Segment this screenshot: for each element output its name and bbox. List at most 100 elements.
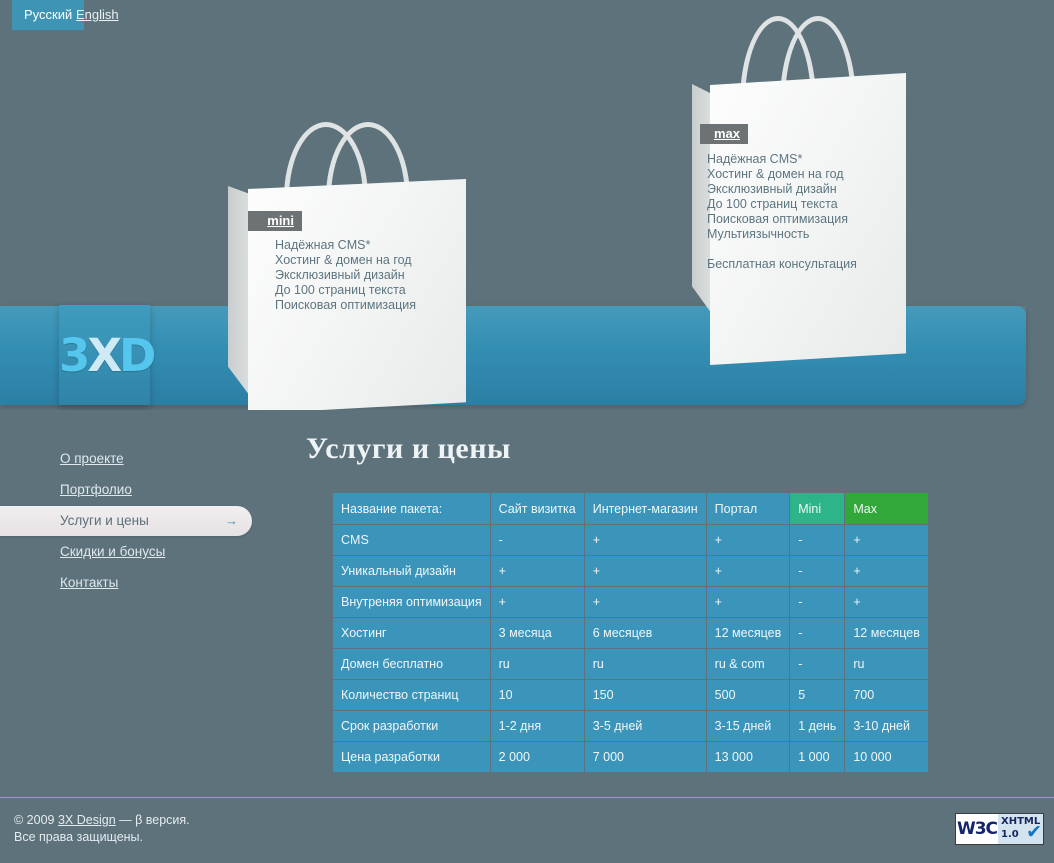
- bag-feature-item: До 100 страниц текста: [275, 283, 406, 297]
- column-header-mini: Mini: [790, 493, 845, 524]
- bag-label-mini[interactable]: mini: [248, 211, 302, 231]
- footer: © 2009 3X Design — β версия. Все права з…: [14, 812, 190, 846]
- w3c-logo-icon: W3C: [956, 814, 998, 844]
- row-label: Цена разработки: [333, 742, 490, 772]
- cell-portal: 13 000: [706, 742, 790, 772]
- footer-company-link[interactable]: 3X Design: [58, 813, 116, 827]
- cell-business-card: +: [490, 556, 584, 586]
- cell-online-store: 150: [584, 680, 706, 710]
- logo-char-3: 3: [59, 329, 90, 382]
- cell-mini: 5: [790, 680, 845, 710]
- bag-feature-list-mini: Надёжная CMS* Хостинг & домен на год Экс…: [275, 238, 416, 313]
- cell-business-card: 2 000: [490, 742, 584, 772]
- table-row: Внутреняя оптимизация + + + - +: [333, 587, 928, 617]
- row-label: Внутреняя оптимизация: [333, 587, 490, 617]
- table-row: Цена разработки 2 000 7 000 13 000 1 000…: [333, 742, 928, 772]
- cell-mini: -: [790, 587, 845, 617]
- footer-copyright-suffix: — β версия.: [115, 813, 190, 827]
- cell-online-store: ru: [584, 649, 706, 679]
- checkmark-icon: ✔: [1026, 822, 1042, 843]
- table-row: Домен бесплатно ru ru ru & com - ru: [333, 649, 928, 679]
- cell-max: ru: [845, 649, 928, 679]
- bag-list-spacer: [707, 242, 857, 257]
- cell-business-card: -: [490, 525, 584, 555]
- cell-online-store: +: [584, 525, 706, 555]
- bag-feature-item: Надёжная CMS*: [707, 152, 803, 166]
- cell-online-store: 3-5 дней: [584, 711, 706, 741]
- logo-char-d: D: [119, 329, 156, 382]
- cell-max: +: [845, 587, 928, 617]
- table-row: Хостинг 3 месяца 6 месяцев 12 месяцев - …: [333, 618, 928, 648]
- cell-portal: +: [706, 587, 790, 617]
- cell-mini: -: [790, 525, 845, 555]
- price-table-head: Название пакета: Сайт визитка Интернет-м…: [333, 493, 928, 524]
- bag-label-max[interactable]: max: [700, 124, 748, 144]
- hero-banner: 3XD mini Надёжная CMS* Хостинг & домен н…: [0, 0, 1054, 410]
- cell-portal: +: [706, 525, 790, 555]
- arrow-right-icon: →: [225, 513, 238, 528]
- sidebar-item-portfolio[interactable]: Портфолио: [0, 475, 252, 505]
- cell-portal: +: [706, 556, 790, 586]
- row-label: Хостинг: [333, 618, 490, 648]
- footer-copyright-prefix: © 2009: [14, 813, 58, 827]
- sidebar-item-discounts[interactable]: Скидки и бонусы: [0, 537, 252, 567]
- bag-feature-extra: Бесплатная консультация: [707, 257, 857, 271]
- bag-feature-item: Надёжная CMS*: [275, 238, 371, 252]
- cell-max: +: [845, 556, 928, 586]
- sidebar-item-label: О проекте: [60, 451, 124, 466]
- price-table-body: CMS - + + - + Уникальный дизайн + + + - …: [333, 525, 928, 772]
- cell-online-store: 7 000: [584, 742, 706, 772]
- sidebar-item-label: Портфолио: [60, 482, 132, 497]
- table-row: CMS - + + - +: [333, 525, 928, 555]
- sidebar-item-label: Контакты: [60, 575, 119, 590]
- cell-portal: ru & com: [706, 649, 790, 679]
- sidebar-item-services-and-prices[interactable]: Услуги и цены →: [0, 506, 252, 536]
- sidebar-item-about[interactable]: О проекте: [0, 444, 252, 474]
- bag-side-panel: [228, 186, 250, 396]
- cell-mini: 1 день: [790, 711, 845, 741]
- cell-mini: -: [790, 556, 845, 586]
- main-column: Услуги и цены Название пакета: Сайт визи…: [306, 432, 928, 773]
- table-row: Срок разработки 1-2 дня 3-5 дней 3-15 дн…: [333, 711, 928, 741]
- cell-portal: 500: [706, 680, 790, 710]
- cell-business-card: 3 месяца: [490, 618, 584, 648]
- row-label: Домен бесплатно: [333, 649, 490, 679]
- row-label: Срок разработки: [333, 711, 490, 741]
- sidebar-item-label: Скидки и бонусы: [60, 544, 166, 559]
- table-row: Уникальный дизайн + + + - +: [333, 556, 928, 586]
- column-header-portal: Портал: [706, 493, 790, 524]
- row-label: Уникальный дизайн: [333, 556, 490, 586]
- badge-line-2: 1.0: [1001, 829, 1019, 840]
- logo-3xd[interactable]: 3XD: [59, 325, 156, 387]
- footer-copyright-line: © 2009 3X Design — β версия.: [14, 812, 190, 829]
- cell-mini: -: [790, 649, 845, 679]
- bag-feature-list-max: Надёжная CMS* Хостинг & домен на год Экс…: [707, 152, 857, 272]
- footer-rights-line: Все права защищены.: [14, 830, 144, 844]
- cell-mini: -: [790, 618, 845, 648]
- bag-feature-item: Хостинг & домен на год: [275, 253, 412, 267]
- cell-online-store: 6 месяцев: [584, 618, 706, 648]
- row-label: Количество страниц: [333, 680, 490, 710]
- sidebar-item-label: Услуги и цены: [60, 513, 149, 528]
- bag-feature-item: Поисковая оптимизация: [707, 212, 849, 226]
- cell-business-card: 1-2 дня: [490, 711, 584, 741]
- bag-feature-item: Поисковая оптимизация: [275, 298, 417, 312]
- logo-char-x: X: [87, 329, 122, 382]
- cell-business-card: +: [490, 587, 584, 617]
- column-header-max: Max: [845, 493, 928, 524]
- w3c-xhtml-validator-badge[interactable]: W3C XHTML 1.0 ✔: [955, 813, 1044, 845]
- cell-max: 3-10 дней: [845, 711, 928, 741]
- bag-feature-item: Эксклюзивный дизайн: [275, 268, 405, 282]
- cell-online-store: +: [584, 556, 706, 586]
- cell-mini: 1 000: [790, 742, 845, 772]
- sidebar-item-contacts[interactable]: Контакты: [0, 568, 252, 598]
- column-header-package: Название пакета:: [333, 493, 490, 524]
- column-header-online-store: Интернет-магазин: [584, 493, 706, 524]
- bag-feature-item: Эксклюзивный дизайн: [707, 182, 837, 196]
- table-row: Количество страниц 10 150 500 5 700: [333, 680, 928, 710]
- table-header-row: Название пакета: Сайт визитка Интернет-м…: [333, 493, 928, 524]
- cell-max: 10 000: [845, 742, 928, 772]
- cell-max: +: [845, 525, 928, 555]
- cell-portal: 12 месяцев: [706, 618, 790, 648]
- page-title: Услуги и цены: [306, 432, 511, 465]
